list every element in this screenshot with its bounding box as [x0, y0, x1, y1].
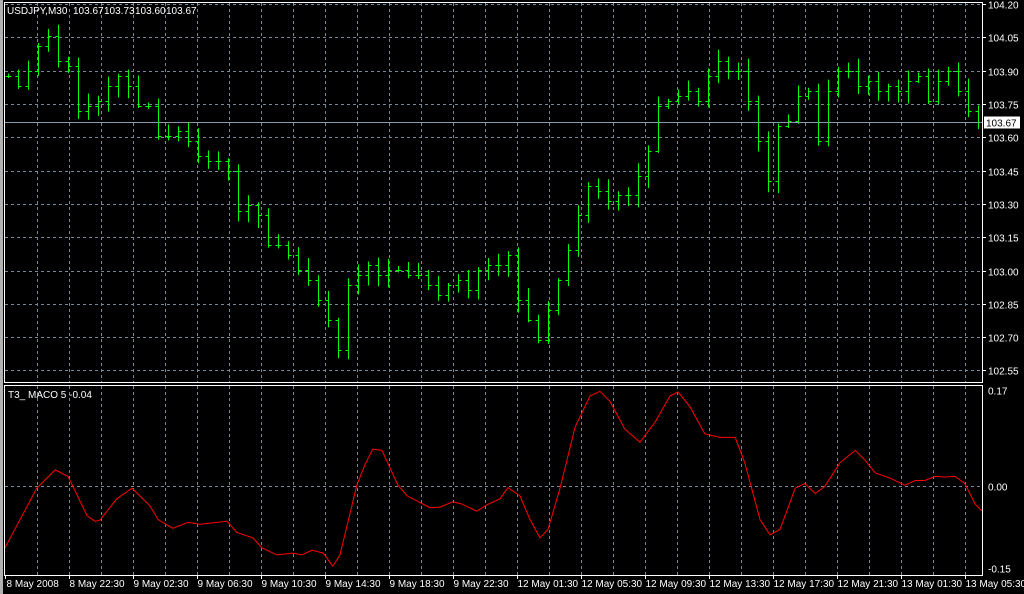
- price-tick-label: 104.20: [988, 1, 1019, 12]
- price-tick-label: 103.30: [988, 201, 1019, 212]
- price-tick-label: 102.70: [988, 334, 1019, 345]
- indicator-label: T3_ MACO 5 -0.04: [8, 390, 92, 401]
- time-tick-label: 12 May 21:30: [838, 579, 899, 590]
- indicator-tick-label: 0.00: [988, 483, 1008, 494]
- time-tick-label: 9 May 14:30: [326, 579, 381, 590]
- close-value: 103.67: [166, 6, 197, 17]
- price-tick-label: 103.15: [988, 234, 1019, 245]
- price-tick-label: 103.00: [988, 268, 1019, 279]
- window-border: [0, 0, 3, 594]
- low-value: 103.60: [135, 6, 166, 17]
- price-tick-label: 103.90: [988, 68, 1019, 79]
- time-tick-label: 12 May 05:30: [582, 579, 643, 590]
- symbol-label: USDJPY,M30: [7, 6, 68, 17]
- time-tick-label: 9 May 18:30: [390, 579, 445, 590]
- time-tick-label: 9 May 06:30: [198, 579, 253, 590]
- background: [0, 0, 1024, 594]
- price-tick-label: 104.05: [988, 34, 1019, 45]
- high-value: 103.73: [104, 6, 135, 17]
- time-tick-label: 13 May 01:30: [902, 579, 963, 590]
- time-tick-label: 9 May 02:30: [134, 579, 189, 590]
- chart-canvas: 104.20 104.05 103.90 103.75 103.60 103.45 103.…: [0, 0, 1024, 594]
- open-value: 103.67: [73, 6, 104, 17]
- time-tick-label: 9 May 10:30: [262, 579, 317, 590]
- time-tick-label: 12 May 17:30: [774, 579, 835, 590]
- price-tick-label: 103.75: [988, 101, 1019, 112]
- indicator-tick-label: -0.15: [988, 565, 1011, 576]
- indicator-tick-label: 0.17: [988, 387, 1008, 398]
- last-price-label: 103.67: [986, 119, 1017, 130]
- time-tick-label: 8 May 22:30: [70, 579, 125, 590]
- time-tick-label: 8 May 2008: [7, 579, 60, 590]
- price-tick-label: 102.55: [988, 367, 1019, 378]
- price-tick-label: 102.85: [988, 301, 1019, 312]
- time-tick-label: 9 May 22:30: [454, 579, 509, 590]
- price-tick-label: 103.60: [988, 134, 1019, 145]
- time-tick-label: 12 May 09:30: [646, 579, 707, 590]
- price-tick-label: 103.45: [988, 168, 1019, 179]
- time-tick-label: 13 May 05:30: [966, 579, 1024, 590]
- time-tick-label: 12 May 13:30: [710, 579, 771, 590]
- time-tick-label: 12 May 01:30: [518, 579, 579, 590]
